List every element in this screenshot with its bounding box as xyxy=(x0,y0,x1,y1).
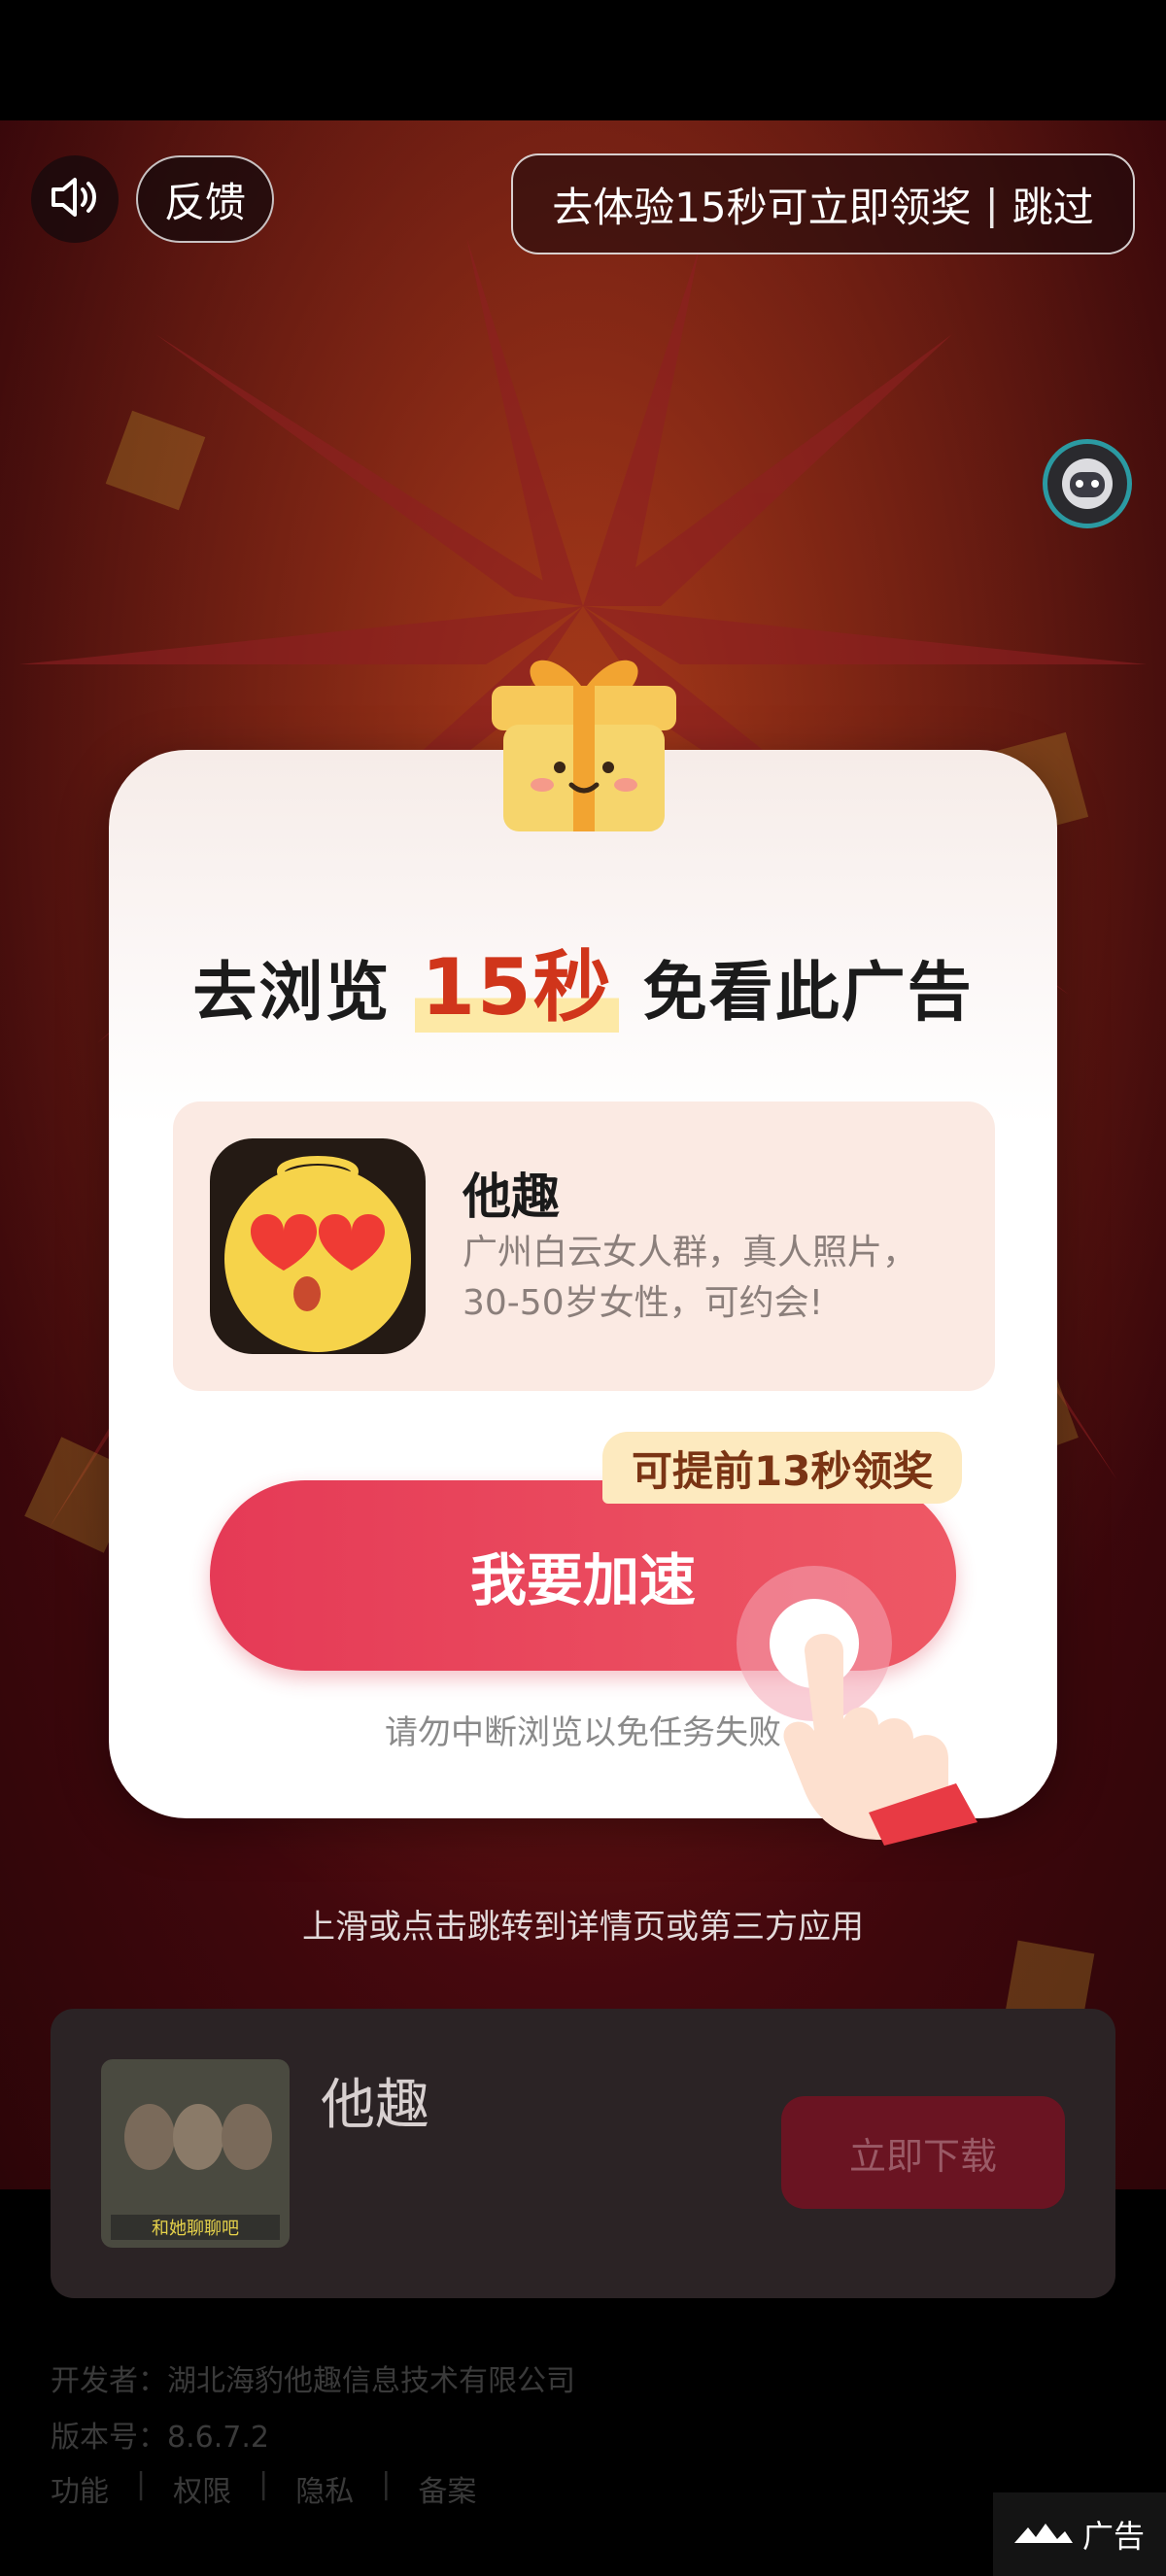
gift-box-icon xyxy=(472,622,696,845)
title-suffix: 免看此广告 xyxy=(642,955,974,1030)
early-reward-badge: 可提前13秒领奖 xyxy=(602,1432,963,1504)
thumb-caption: 和她聊聊吧 xyxy=(152,2219,239,2239)
modal-title: 去浏览 15秒 免看此广告 xyxy=(109,925,1057,1037)
footer-separator: | xyxy=(258,2467,269,2501)
status-bar xyxy=(0,0,1166,120)
footer-separator: | xyxy=(136,2467,147,2501)
speaker-icon xyxy=(46,168,104,230)
app-icon xyxy=(210,1138,426,1354)
ad-tag: 广告 xyxy=(993,2492,1166,2576)
app-description: 广州白云女人群，真人照片，30-50岁女性，可约会! xyxy=(463,1233,918,1323)
skip-label: 跳过 xyxy=(1012,183,1094,231)
sound-toggle-button[interactable] xyxy=(31,155,119,243)
robot-icon xyxy=(1062,458,1113,509)
footer-link-privacy[interactable]: 隐私 xyxy=(295,2467,354,2510)
bottom-app-name: 他趣 xyxy=(321,2074,429,2137)
version-info: 版本号：8.6.7.2 xyxy=(51,2421,269,2455)
footer-link-permissions[interactable]: 权限 xyxy=(173,2467,231,2510)
app-name: 他趣 xyxy=(463,1169,560,1225)
title-prefix: 去浏览 xyxy=(192,955,392,1030)
skip-separator: | xyxy=(984,180,999,228)
countdown-avatar[interactable] xyxy=(1043,439,1132,528)
footer-link-filing[interactable]: 备案 xyxy=(418,2467,476,2510)
swipe-hint: 上滑或点击跳转到详情页或第三方应用 xyxy=(302,1908,864,1947)
ad-label: 广告 xyxy=(1081,2518,1145,2555)
footer-separator: | xyxy=(381,2467,392,2501)
bottom-app-card[interactable]: 和她聊聊吧 他趣 立即下载 xyxy=(51,2009,1115,2298)
developer-info: 开发者：湖北海豹他趣信息技术有限公司 xyxy=(51,2364,575,2398)
skip-info-text: 去体验15秒可立即领奖 xyxy=(552,183,972,231)
footer-link-features[interactable]: 功能 xyxy=(51,2467,109,2510)
tap-hand-icon xyxy=(727,1554,1018,1846)
ad-logo-icon xyxy=(1013,2516,1073,2553)
title-highlight: 15秒 xyxy=(415,942,619,1033)
app-thumbnail: 和她聊聊吧 xyxy=(101,2059,290,2248)
skip-button[interactable]: 去体验15秒可立即领奖 | 跳过 xyxy=(511,153,1135,254)
footer-links: 功能 | 权限 | 隐私 | 备案 xyxy=(51,2467,476,2510)
app-card[interactable]: 他趣 广州白云女人群，真人照片，30-50岁女性，可约会! xyxy=(173,1102,995,1391)
feedback-button[interactable]: 反馈 xyxy=(136,155,274,243)
download-button[interactable]: 立即下载 xyxy=(781,2096,1065,2209)
